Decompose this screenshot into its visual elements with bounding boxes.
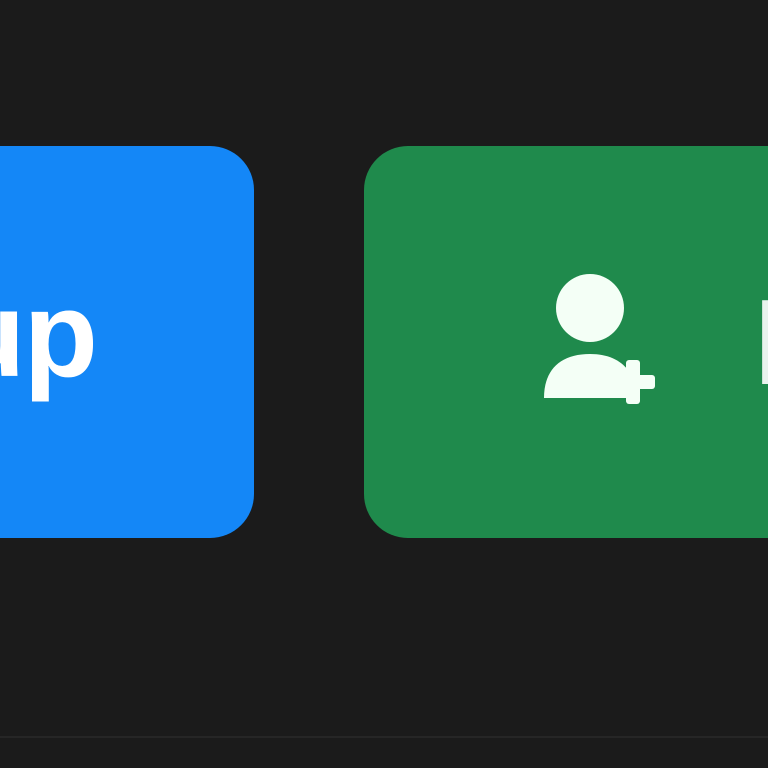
bottom-divider <box>0 736 768 738</box>
blue-action-button[interactable]: up <box>0 146 254 538</box>
screenshot-canvas: up I <box>0 0 768 768</box>
blue-button-label: up <box>0 266 98 402</box>
green-button-label: I <box>754 281 768 403</box>
add-user-button[interactable]: I <box>364 146 768 538</box>
add-user-icon <box>540 272 664 412</box>
